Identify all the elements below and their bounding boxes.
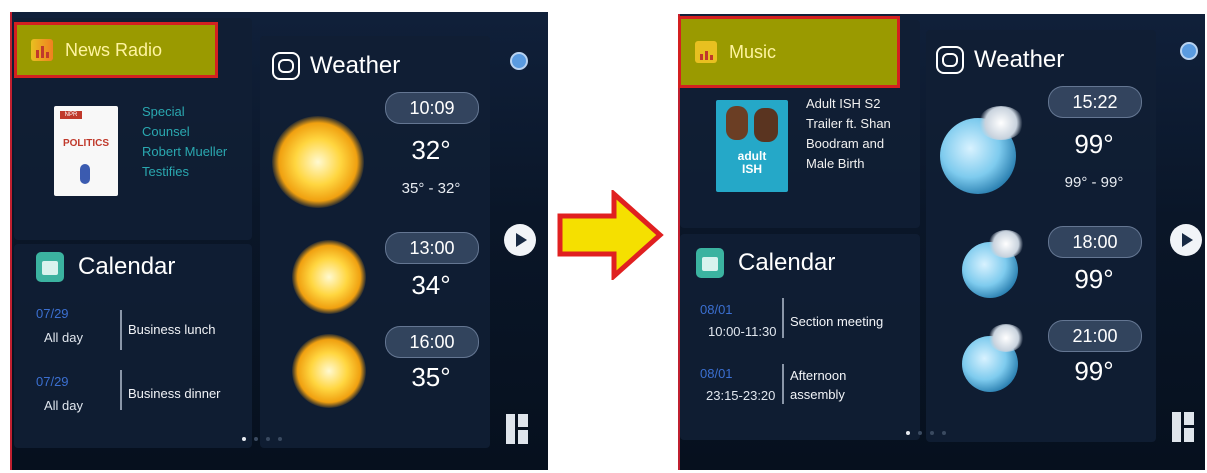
calendar-title: Calendar	[78, 253, 176, 280]
episode-line: Boodram and	[806, 136, 885, 151]
episode-title[interactable]: Adult ISH S2 Trailer ft. Shan Boodram an…	[806, 94, 891, 174]
cloud-icon	[988, 230, 1024, 258]
apps-grid-button[interactable]	[1172, 412, 1194, 442]
header-label: Music	[729, 41, 777, 62]
calendar-title: Calendar	[738, 249, 836, 276]
event-title[interactable]: Section meeting	[790, 312, 883, 331]
event-title[interactable]: Business lunch	[128, 320, 215, 339]
sun-icon	[292, 334, 366, 408]
next-page-button[interactable]	[504, 224, 536, 256]
episode-line: Adult ISH S2	[806, 96, 881, 111]
forecast-temp: 99°	[1074, 129, 1114, 159]
music-app-icon	[695, 41, 717, 63]
page-indicator	[906, 431, 946, 435]
forecast-range: 99° - 99°	[1064, 174, 1124, 191]
forecast-temp: 34°	[411, 270, 451, 300]
forecast-time: 16:00	[385, 326, 479, 358]
episode-line: Male Birth	[806, 156, 865, 171]
forecast-time: 21:00	[1048, 320, 1142, 352]
episode-title[interactable]: Special Counsel Robert Mueller Testifies	[142, 102, 227, 182]
apps-grid-button[interactable]	[506, 414, 528, 444]
transition-arrow-icon	[557, 190, 664, 280]
episode-line: Testifies	[142, 164, 189, 179]
episode-line: Special	[142, 104, 185, 119]
episode-line: Counsel	[142, 124, 190, 139]
news-radio-header[interactable]: News Radio	[14, 22, 218, 78]
radio-app-icon	[31, 39, 53, 61]
weather-header: Weather	[272, 52, 400, 80]
podcast-artwork[interactable]: adult ISH	[716, 100, 788, 192]
event-date: 08/01	[700, 302, 733, 317]
event-title[interactable]: Business dinner	[128, 384, 221, 403]
forecast-temp: 99°	[1074, 264, 1114, 294]
calendar-header: Calendar	[36, 252, 175, 282]
forecast-temp: 35°	[411, 362, 451, 392]
microphone-icon	[80, 164, 90, 184]
music-header[interactable]: Music	[678, 16, 900, 88]
event-date: 07/29	[36, 306, 69, 321]
next-page-button[interactable]	[1170, 224, 1202, 256]
left-edge-marker	[10, 12, 12, 470]
weather-header: Weather	[936, 46, 1064, 74]
forecast-temp: 32°	[411, 135, 451, 165]
event-divider	[120, 370, 122, 410]
person-left-image	[726, 106, 748, 140]
weather-app-icon	[272, 52, 300, 80]
calendar-app-icon	[696, 248, 724, 278]
forecast-temp: 99°	[1074, 356, 1114, 386]
adult-ish-logo: adult ISH	[737, 149, 767, 176]
event-date: 07/29	[36, 374, 69, 389]
forecast-time: 18:00	[1048, 226, 1142, 258]
weather-title: Weather	[974, 46, 1065, 73]
event-time: 23:15-23:20	[706, 388, 776, 403]
episode-line: Trailer ft. Shan	[806, 116, 891, 131]
event-divider	[120, 310, 122, 350]
globe-icon[interactable]	[510, 52, 528, 70]
forecast-time: 15:22	[1048, 86, 1142, 118]
forecast-time: 13:00	[385, 232, 479, 264]
podcast-artwork[interactable]: NPR POLITICS	[54, 106, 118, 196]
forecast-range: 35° - 32°	[401, 180, 461, 197]
event-title[interactable]: Afternoon assembly	[790, 366, 870, 404]
politics-text: POLITICS	[62, 138, 110, 149]
cloud-icon	[978, 106, 1024, 140]
calendar-app-icon	[36, 252, 64, 282]
weather-app-icon	[936, 46, 964, 74]
episode-line: Robert Mueller	[142, 144, 228, 159]
left-screen: News Radio NPR POLITICS Special Counsel …	[10, 12, 548, 470]
right-screen: Music adult ISH Adult ISH S2 Trailer ft.…	[678, 14, 1205, 470]
event-divider	[782, 298, 784, 338]
event-divider	[782, 364, 784, 404]
event-date: 08/01	[700, 366, 733, 381]
npr-badge: NPR	[60, 111, 82, 119]
event-time: All day	[44, 330, 84, 345]
forecast-time: 10:09	[385, 92, 479, 124]
event-time: All day	[44, 398, 84, 413]
sun-icon	[292, 240, 366, 314]
cloud-icon	[988, 324, 1024, 352]
header-label: News Radio	[65, 39, 163, 60]
event-time: 10:00-11:30	[708, 324, 777, 339]
person-right-image	[754, 108, 778, 142]
weather-title: Weather	[310, 52, 401, 79]
page-indicator	[242, 437, 282, 441]
globe-icon[interactable]	[1180, 42, 1198, 60]
sun-icon	[272, 116, 364, 208]
calendar-header: Calendar	[696, 248, 835, 278]
